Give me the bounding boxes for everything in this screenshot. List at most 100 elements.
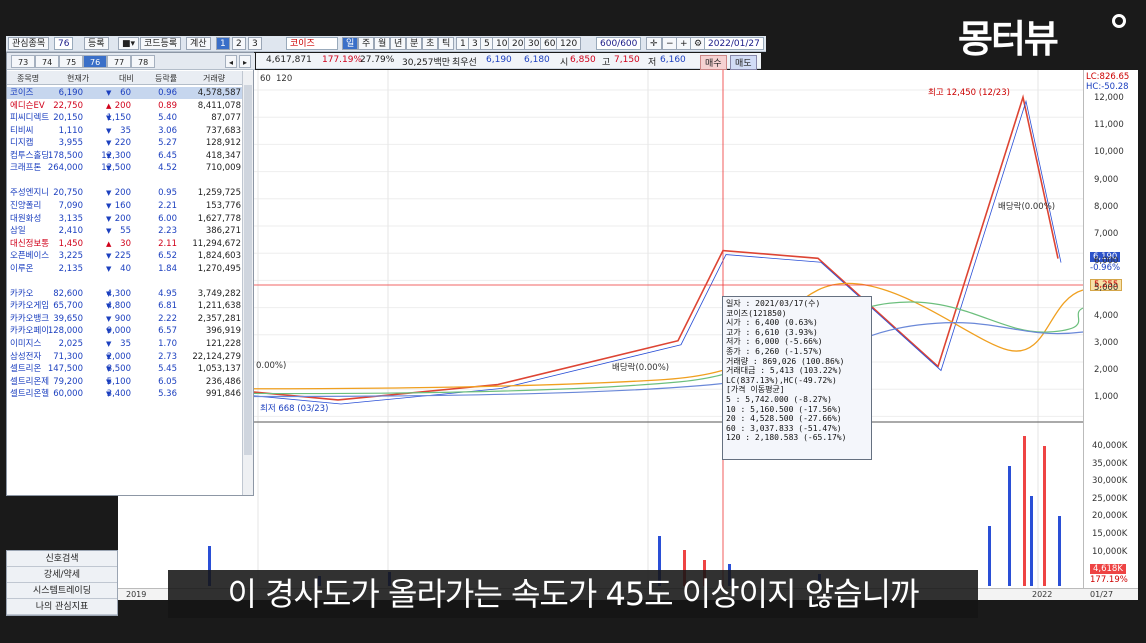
stock-diff: 4,300 <box>106 288 131 299</box>
stock-volume: 386,271 <box>205 226 241 237</box>
period-tick[interactable]: 틱 <box>438 37 455 50</box>
watchlist-row[interactable]: 컴투스홀딩 178,500 ▼ 12,300 6.45 418,347 <box>7 150 243 162</box>
sell-button[interactable]: 매도 <box>730 55 757 70</box>
quote-low: 6,160 <box>660 55 686 65</box>
stock-diff: 12,300 <box>101 150 131 161</box>
watchlist-row[interactable]: 코이즈 6,190 ▼ 60 0.96 4,578,587 <box>7 87 243 99</box>
volume-bar <box>1023 436 1026 586</box>
crosshair-icon[interactable]: ✛ <box>646 37 662 50</box>
price-tick-label: 4,000 <box>1094 310 1119 321</box>
tooltip-line: [가격 이동평균] <box>726 385 785 395</box>
period-sec[interactable]: 초 <box>422 37 439 50</box>
watchlist-row[interactable]: 대신정보통 1,450 ▲ 30 2.11 11,294,672 <box>7 238 243 250</box>
scroll-thumb[interactable] <box>244 85 252 455</box>
stock-price: 60,000 <box>53 389 83 400</box>
watch-tab-76[interactable]: 76 <box>83 55 108 68</box>
stock-volume: 4,578,587 <box>197 88 241 98</box>
watchlist-row[interactable]: 대원화성 3,135 ▼ 200 6.00 1,627,778 <box>7 213 243 225</box>
down-arrow-icon: ▼ <box>106 340 112 348</box>
watchlist-row[interactable]: 디지캡 3,955 ▼ 220 5.27 128,912 <box>7 137 243 149</box>
data-count-field[interactable]: 600/600 <box>596 37 642 50</box>
watchlist-row[interactable]: 카카오게임 65,700 ▼ 4,800 6.81 1,211,638 <box>7 300 243 312</box>
watchlist-row[interactable]: 티비씨 1,110 ▼ 35 3.06 737,683 <box>7 125 243 137</box>
stock-price: 7,090 <box>58 200 83 211</box>
ma-120-label: 120 <box>276 74 293 84</box>
stock-rate: 0.89 <box>158 100 177 111</box>
watchlist-scrollbar[interactable] <box>242 71 253 495</box>
stock-rate: 2.73 <box>158 351 177 362</box>
stock-diff: 220 <box>114 138 131 149</box>
tab-next-icon[interactable]: ▸ <box>239 55 252 68</box>
watch-tab-78[interactable]: 78 <box>131 55 156 68</box>
down-arrow-icon: ▼ <box>106 89 112 97</box>
quote-amount: 30,257백만 <box>402 58 451 68</box>
volume-tick-label: 20,000K <box>1092 511 1128 522</box>
watchlist-row[interactable]: 카카오페이 128,000 ▼ 9,000 6.57 396,919 <box>7 325 243 337</box>
quote-low-label: 저 <box>648 58 657 68</box>
stock-rate: 2.22 <box>158 313 177 324</box>
page-3-button[interactable]: 3 <box>248 37 262 50</box>
watchlist-row[interactable]: 이미지스 2,025 ▼ 35 1.70 121,228 <box>7 338 243 350</box>
price-chart[interactable] <box>117 70 1136 600</box>
period-month[interactable]: 월 <box>374 37 391 50</box>
stock-rate: 6.52 <box>158 251 177 262</box>
stock-rate: 3.06 <box>158 125 177 136</box>
register-button[interactable]: 등록 <box>84 37 109 50</box>
watchlist-row[interactable]: 카카오 82,600 ▼ 4,300 4.95 3,749,282 <box>7 288 243 300</box>
price-tick-label: 12,000 <box>1094 93 1124 103</box>
quote-vol-ratio: 177.19% <box>322 55 363 65</box>
period-week[interactable]: 주 <box>358 37 375 50</box>
watchlist-row[interactable] <box>7 275 243 287</box>
menu-strength[interactable]: 강세/약세 <box>7 567 117 583</box>
watchlist-row[interactable]: 에디슨EV 22,750 ▲ 200 0.89 8,411,078 <box>7 100 243 112</box>
watch-group-select[interactable]: 76 <box>54 37 74 50</box>
page-2-button[interactable]: 2 <box>232 37 246 50</box>
watchlist-row[interactable]: 주성엔지니 20,750 ▼ 200 0.95 1,259,725 <box>7 187 243 199</box>
stock-rate: 2.23 <box>158 226 177 237</box>
watchlist-row[interactable] <box>7 175 243 187</box>
stock-name-field[interactable]: 코이즈 <box>286 37 338 50</box>
watch-tab-75[interactable]: 75 <box>59 55 84 68</box>
period-day[interactable]: 일 <box>342 37 359 50</box>
watchlist-row[interactable]: 크래프톤 264,000 ▼ 12,500 4.52 710,009 <box>7 162 243 174</box>
watchlist-row[interactable]: 카카오뱅크 39,650 ▼ 900 2.22 2,357,281 <box>7 313 243 325</box>
stock-rate: 4.52 <box>158 163 177 174</box>
buy-button[interactable]: 매수 <box>700 55 727 70</box>
watch-tab-74[interactable]: 74 <box>35 55 60 68</box>
watchlist-row[interactable]: 피씨디렉트 20,150 ▼ 1,150 5.40 87,077 <box>7 112 243 124</box>
watchlist-row[interactable]: 이루온 2,135 ▼ 40 1.84 1,270,495 <box>7 263 243 275</box>
watch-tab-77[interactable]: 77 <box>107 55 132 68</box>
stock-diff: 900 <box>114 313 131 324</box>
watchlist-row[interactable]: 셀트리온제 79,200 ▼ 5,100 6.05 236,486 <box>7 376 243 388</box>
page-1-button[interactable]: 1 <box>216 37 230 50</box>
watchlist-row[interactable]: 셀트리온헬 60,000 ▼ 3,400 5.36 991,846 <box>7 388 243 400</box>
code-register-button[interactable]: 코드등록 <box>140 37 182 50</box>
stock-price: 39,650 <box>53 313 83 324</box>
menu-signal-search[interactable]: 신호검색 <box>7 551 117 567</box>
watchlist-row[interactable]: 진양폴리 7,090 ▼ 160 2.21 153,776 <box>7 200 243 212</box>
high-note: 최고 12,450 (12/23) <box>928 88 1010 98</box>
stock-name: 주성엔지니 <box>10 188 50 199</box>
period-min[interactable]: 분 <box>406 37 423 50</box>
stock-diff: 1,150 <box>106 113 131 124</box>
price-chart-svg <box>117 70 1084 588</box>
watchlist-row[interactable]: 오픈베이스 3,225 ▼ 225 6.52 1,824,603 <box>7 250 243 262</box>
watchlist-row[interactable]: 삼성전자 71,300 ▼ 2,000 2.73 22,124,279 <box>7 351 243 363</box>
up-arrow-icon: ▲ <box>106 101 112 110</box>
tab-prev-icon[interactable]: ◂ <box>225 55 238 68</box>
grid-icon[interactable]: ■▾ <box>118 37 140 50</box>
stock-name: 오픈베이스 <box>10 251 50 262</box>
stock-price: 79,200 <box>53 376 83 387</box>
menu-my-indicators[interactable]: 나의 관심지표 <box>7 599 117 615</box>
menu-system-trading[interactable]: 시스템트레이딩 <box>7 583 117 599</box>
left-menu: 신호검색 강세/약세 시스템트레이딩 나의 관심지표 <box>6 550 118 616</box>
date-field[interactable]: 2022/01/27 <box>704 37 764 50</box>
watchlist-row[interactable]: 셀트리온 147,500 ▼ 8,500 5.45 1,053,137 <box>7 363 243 375</box>
watch-tab-73[interactable]: 73 <box>11 55 36 68</box>
period-year[interactable]: 년 <box>390 37 407 50</box>
calc-checkbox[interactable]: 계산 <box>186 37 211 50</box>
dividend-note-2: 배당락(0.00%) <box>998 202 1056 212</box>
interval-120[interactable]: 120 <box>556 37 582 50</box>
watchlist-row[interactable]: 삼일 2,410 ▼ 55 2.23 386,271 <box>7 225 243 237</box>
tooltip-line: LC(837.13%),HC(-49.72%) <box>726 375 837 385</box>
